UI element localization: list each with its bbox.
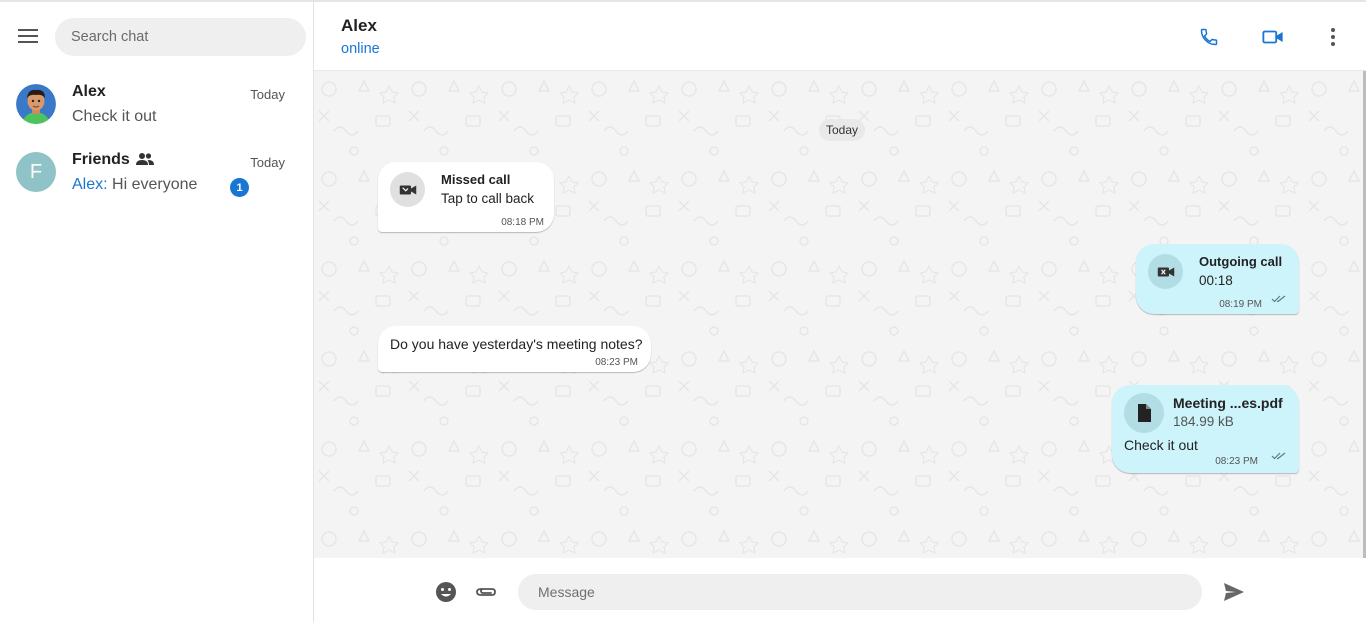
friends-avatar: F [16, 152, 56, 192]
preview-text: Hi everyone [107, 176, 198, 193]
attach-icon[interactable] [472, 578, 500, 606]
double-check-icon [1271, 447, 1287, 465]
composer [314, 558, 1366, 622]
unread-badge: 1 [230, 178, 249, 197]
chat-header: Alex online [314, 2, 1366, 71]
file-name: Meeting ...es.pdf [1173, 395, 1283, 411]
message-time: 08:19 PM [1219, 299, 1262, 310]
send-icon[interactable] [1220, 578, 1248, 606]
chat-item-alex[interactable]: Alex Today Check it out [0, 70, 313, 138]
file-size: 184.99 kB [1173, 414, 1234, 429]
menu-icon[interactable] [14, 22, 42, 50]
video-icon[interactable] [1258, 22, 1288, 52]
call-subtitle: Tap to call back [441, 191, 535, 206]
file-icon[interactable] [1124, 393, 1164, 433]
message-time: 08:18 PM [501, 217, 544, 228]
search-input[interactable] [55, 18, 306, 56]
chat-background-pattern [314, 71, 1363, 558]
chat-preview: Check it out [72, 108, 156, 126]
chat-name: Alex [72, 83, 106, 100]
sidebar: Alex Today Check it out F Friends Today … [0, 2, 314, 622]
message-outgoing-call[interactable]: Outgoing call 00:18 08:19 PM [1136, 244, 1299, 314]
message-input[interactable] [518, 574, 1202, 610]
preview-sender: Alex: [72, 176, 108, 193]
message-time: 08:23 PM [1215, 456, 1258, 467]
message-text[interactable]: Do you have yesterday's meeting notes? 0… [378, 326, 651, 372]
more-vert-icon[interactable] [1318, 22, 1348, 52]
double-check-icon [1271, 290, 1287, 308]
emoji-icon[interactable] [432, 578, 460, 606]
missed-video-call-icon [390, 172, 425, 207]
message-time: 08:23 PM [595, 357, 638, 368]
video-call-icon [1148, 254, 1183, 289]
chat-time: Today [250, 87, 285, 102]
alex-avatar [16, 84, 56, 124]
call-subtitle: 00:18 [1199, 273, 1233, 288]
group-icon [136, 152, 154, 171]
call-title: Outgoing call [1199, 254, 1283, 269]
chat-name: Friends [72, 151, 130, 168]
chat-preview: Alex: Hi everyone [72, 176, 197, 194]
message-list[interactable]: Today Missed call Tap to call back 08:18… [314, 71, 1363, 558]
message-missed-call[interactable]: Missed call Tap to call back 08:18 PM [378, 162, 554, 232]
preview-text: Check it out [72, 108, 157, 125]
file-caption: Check it out [1124, 437, 1198, 453]
date-separator: Today [819, 119, 866, 141]
chat-time: Today [250, 155, 285, 170]
contact-name[interactable]: Alex [341, 16, 377, 36]
chat-item-friends[interactable]: F Friends Today Alex: Hi everyone 1 [0, 138, 313, 206]
contact-status: online [341, 41, 380, 57]
call-title: Missed call [441, 172, 511, 187]
message-file[interactable]: Meeting ...es.pdf 184.99 kB Check it out… [1112, 385, 1299, 473]
phone-icon[interactable] [1194, 22, 1224, 52]
message-text-content: Do you have yesterday's meeting notes? [390, 336, 643, 352]
chat-app: Alex Today Check it out F Friends Today … [0, 0, 1366, 622]
